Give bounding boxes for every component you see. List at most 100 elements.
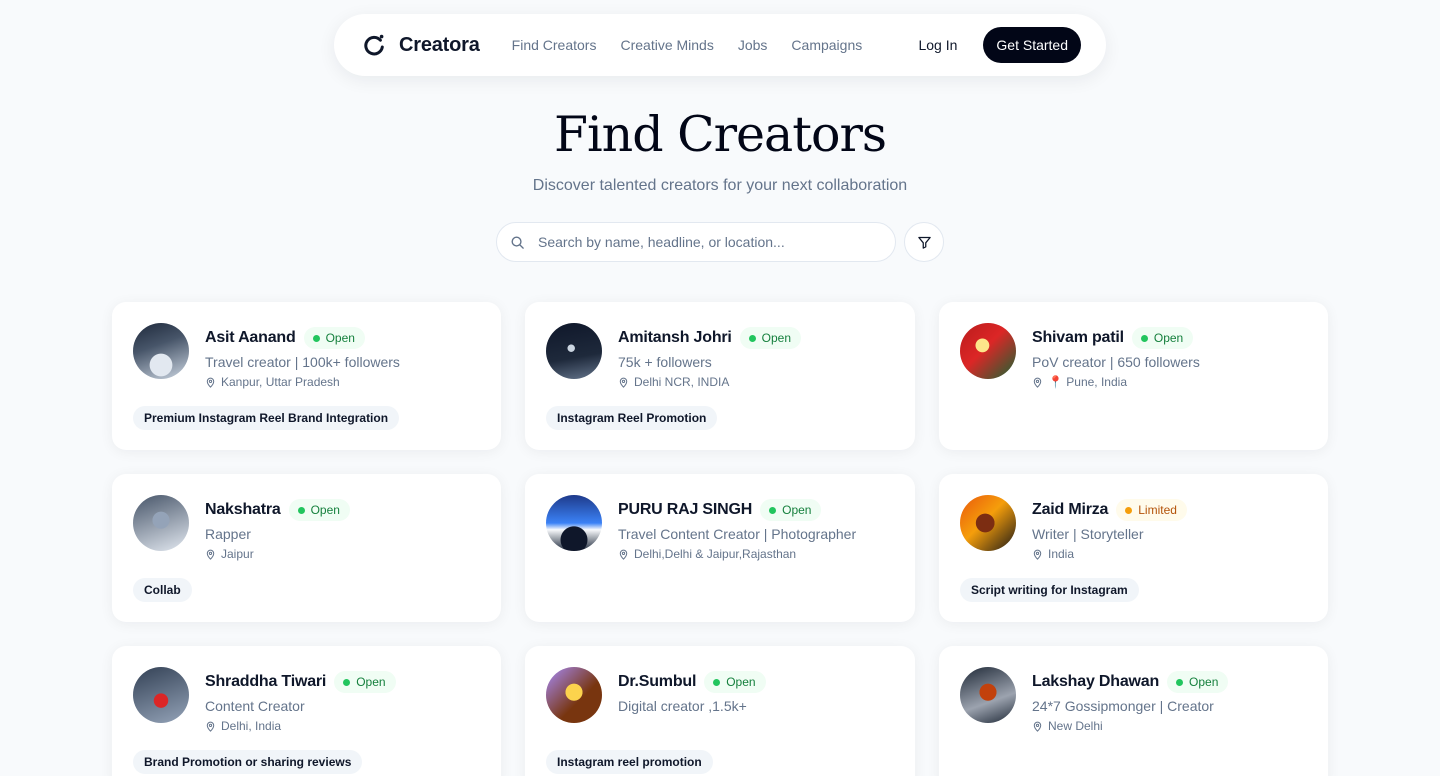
avatar[interactable] xyxy=(960,323,1016,379)
creator-card[interactable]: Amitansh Johri Open 75k + followers Delh… xyxy=(525,302,915,450)
creator-location: Kanpur, Uttar Pradesh xyxy=(205,375,400,389)
location-text: Delhi,Delhi & Jaipur,Rajasthan xyxy=(634,547,797,561)
creator-headline: Writer | Storyteller xyxy=(1032,526,1144,542)
creator-name[interactable]: Shivam patil xyxy=(1032,329,1124,347)
status-label: Open xyxy=(310,503,340,517)
avatar[interactable] xyxy=(546,667,602,723)
creator-headline: Rapper xyxy=(205,526,251,542)
creator-grid: Asit Aanand Open Travel creator | 100k+ … xyxy=(112,302,1328,776)
creator-info: Nakshatra Open Rapper Jaipur xyxy=(205,495,350,561)
creator-card-header: Asit Aanand Open Travel creator | 100k+ … xyxy=(133,323,480,389)
creator-location: New Delhi xyxy=(1032,719,1228,733)
creator-info: Shivam patil Open PoV creator | 650 foll… xyxy=(1032,323,1200,389)
creator-card[interactable]: Lakshay Dhawan Open 24*7 Gossipmonger | … xyxy=(939,646,1328,776)
map-pin-icon xyxy=(619,377,628,388)
status-badge: Open xyxy=(704,671,766,693)
name-row: Asit Aanand Open xyxy=(205,326,400,350)
map-pin-icon xyxy=(1033,377,1042,388)
avatar[interactable] xyxy=(960,667,1016,723)
creator-card-header: Shraddha Tiwari Open Content Creator Del… xyxy=(133,667,480,733)
name-row: Lakshay Dhawan Open xyxy=(1032,670,1229,694)
creator-name[interactable]: Amitansh Johri xyxy=(618,329,732,347)
service-tag: Premium Instagram Reel Brand Integration xyxy=(133,406,400,430)
status-label: Open xyxy=(325,331,355,345)
avatar[interactable] xyxy=(133,495,189,551)
creator-headline: 75k + followers xyxy=(618,354,712,370)
status-dot xyxy=(297,506,305,514)
location-text: New Delhi xyxy=(1048,719,1103,733)
status-badge: Open xyxy=(334,671,396,693)
creator-info: Shraddha Tiwari Open Content Creator Del… xyxy=(205,667,396,733)
creator-info: PURU RAJ SINGH Open Travel Content Creat… xyxy=(618,495,856,561)
nav-links: Find Creators Creative Minds Jobs Campai… xyxy=(512,37,863,53)
creator-name[interactable]: Shraddha Tiwari xyxy=(205,673,326,691)
avatar[interactable] xyxy=(133,667,189,723)
logo-icon xyxy=(364,34,384,56)
creator-card-header: Amitansh Johri Open 75k + followers Delh… xyxy=(546,323,894,389)
status-badge: Open xyxy=(760,499,822,521)
status-dot xyxy=(769,506,777,514)
creator-card[interactable]: Shraddha Tiwari Open Content Creator Del… xyxy=(112,646,501,776)
creator-name[interactable]: Lakshay Dhawan xyxy=(1032,673,1159,691)
creator-card[interactable]: Nakshatra Open Rapper Jaipur Collab xyxy=(112,474,501,622)
creator-location: India xyxy=(1032,547,1187,561)
avatar[interactable] xyxy=(546,495,602,551)
login-link[interactable]: Log In xyxy=(918,37,957,53)
nav-link-find-creators[interactable]: Find Creators xyxy=(512,37,597,53)
creator-name[interactable]: Nakshatra xyxy=(205,501,281,519)
service-tag: Instagram Reel Promotion xyxy=(546,406,718,430)
status-badge: Open xyxy=(739,327,802,349)
location-text: Delhi NCR, INDIA xyxy=(634,375,730,389)
creator-card[interactable]: Asit Aanand Open Travel creator | 100k+ … xyxy=(112,302,501,450)
nav-link-creative-minds[interactable]: Creative Minds xyxy=(620,37,713,53)
nav-link-campaigns[interactable]: Campaigns xyxy=(791,37,862,53)
service-tag: Script writing for Instagram xyxy=(960,578,1139,602)
map-pin-icon xyxy=(206,377,215,388)
map-pin-icon xyxy=(1033,549,1042,560)
creator-card[interactable]: PURU RAJ SINGH Open Travel Content Creat… xyxy=(525,474,915,622)
status-label: Open xyxy=(726,675,756,689)
status-dot xyxy=(713,678,721,686)
creator-info: Asit Aanand Open Travel creator | 100k+ … xyxy=(205,323,400,389)
creator-card-header: Shivam patil Open PoV creator | 650 foll… xyxy=(960,323,1307,389)
creator-location: Delhi NCR, INDIA xyxy=(618,375,801,389)
name-row: PURU RAJ SINGH Open xyxy=(618,498,856,522)
creator-headline: Content Creator xyxy=(205,698,305,714)
status-dot xyxy=(748,334,756,342)
search-input[interactable] xyxy=(538,234,868,250)
filter-icon xyxy=(917,236,931,249)
get-started-button[interactable]: Get Started xyxy=(983,27,1081,63)
status-label: Open xyxy=(782,503,812,517)
filter-button[interactable] xyxy=(904,222,944,262)
location-text: Kanpur, Uttar Pradesh xyxy=(221,375,340,389)
brand-logo[interactable]: Creatora xyxy=(362,33,480,57)
creator-name[interactable]: Dr.Sumbul xyxy=(618,673,696,691)
status-label: Limited xyxy=(1138,503,1177,517)
creator-card-header: Nakshatra Open Rapper Jaipur xyxy=(133,495,480,561)
creator-card[interactable]: Shivam patil Open PoV creator | 650 foll… xyxy=(939,302,1328,450)
avatar[interactable] xyxy=(546,323,602,379)
avatar[interactable] xyxy=(960,495,1016,551)
map-pin-icon xyxy=(206,721,215,732)
creator-name[interactable]: PURU RAJ SINGH xyxy=(618,501,752,519)
name-row: Zaid Mirza Limited xyxy=(1032,498,1187,522)
creator-location: Delhi,Delhi & Jaipur,Rajasthan xyxy=(618,547,856,561)
status-label: Open xyxy=(1153,331,1184,345)
nav-link-jobs[interactable]: Jobs xyxy=(738,37,768,53)
avatar[interactable] xyxy=(133,323,189,379)
location-text: India xyxy=(1048,547,1075,561)
status-label: Open xyxy=(356,675,386,689)
creator-card[interactable]: Dr.Sumbul Open Digital creator ,1.5k+ In… xyxy=(525,646,915,776)
creator-card-header: PURU RAJ SINGH Open Travel Content Creat… xyxy=(546,495,894,561)
page-subtitle: Discover talented creators for your next… xyxy=(532,177,908,194)
status-label: Open xyxy=(1189,675,1219,689)
status-dot xyxy=(1176,678,1184,686)
search-icon xyxy=(511,236,524,249)
name-row: Shivam patil Open xyxy=(1032,326,1200,350)
service-tag: Brand Promotion or sharing reviews xyxy=(133,750,363,774)
name-row: Amitansh Johri Open xyxy=(618,326,802,350)
creator-name[interactable]: Asit Aanand xyxy=(205,329,296,347)
creator-card[interactable]: Zaid Mirza Limited Writer | Storyteller … xyxy=(939,474,1328,622)
service-tag: Instagram reel promotion xyxy=(546,750,713,774)
creator-name[interactable]: Zaid Mirza xyxy=(1032,501,1108,519)
